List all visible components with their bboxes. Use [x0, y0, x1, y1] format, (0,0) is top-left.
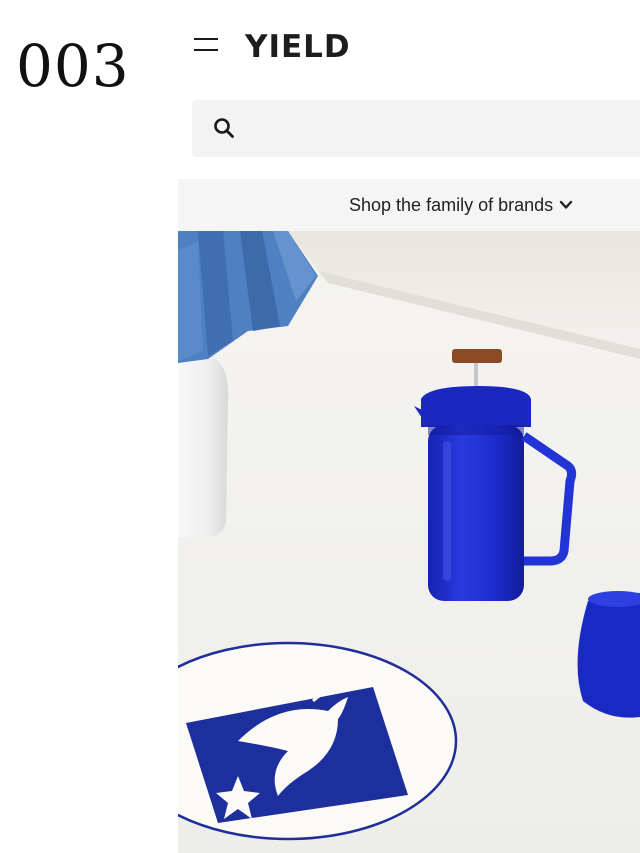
- chevron-down-icon: [559, 200, 573, 209]
- index-number: 003: [16, 32, 130, 100]
- glass-tumbler: [577, 591, 640, 718]
- hero-product-photo: [178, 231, 640, 853]
- search-icon[interactable]: [212, 116, 236, 140]
- search-bar[interactable]: [192, 100, 640, 157]
- hero-image[interactable]: [178, 231, 640, 853]
- search-input[interactable]: [248, 112, 632, 146]
- site-header: YIELD: [178, 0, 640, 95]
- brands-dropdown-label: Shop the family of brands: [349, 194, 554, 215]
- hamburger-menu-icon[interactable]: [192, 33, 220, 57]
- site-logo[interactable]: YIELD: [245, 28, 351, 66]
- shop-family-of-brands-dropdown[interactable]: Shop the family of brands: [349, 193, 573, 217]
- brands-bar: Shop the family of brands: [178, 179, 640, 231]
